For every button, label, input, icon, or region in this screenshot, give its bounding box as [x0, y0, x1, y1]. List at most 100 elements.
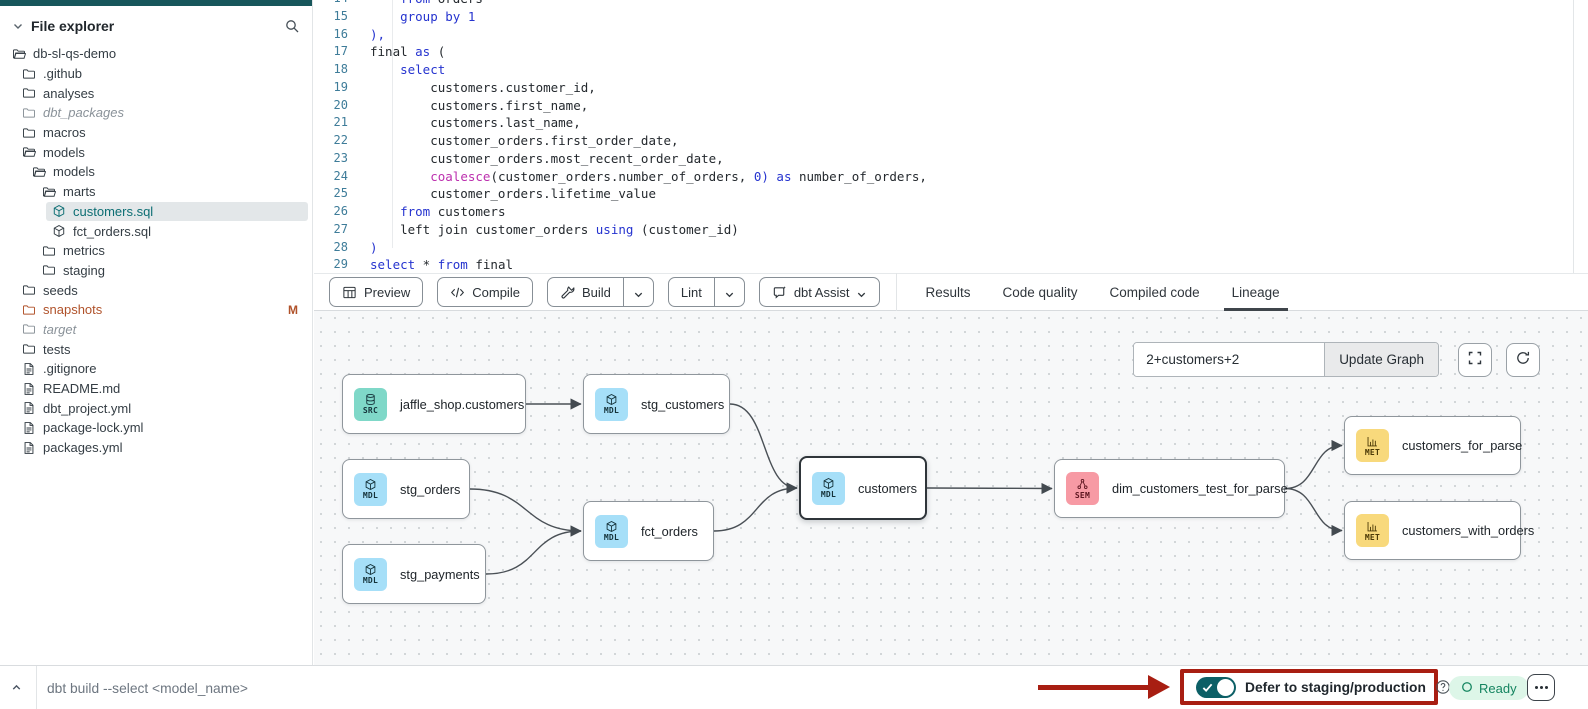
- tab-results[interactable]: Results: [923, 273, 972, 311]
- file-icon: [22, 382, 36, 396]
- chevron-down-icon[interactable]: [12, 20, 24, 32]
- code-line-22: 22 customer_orders.first_order_date,: [314, 132, 1588, 150]
- ellipsis-icon: [1535, 686, 1538, 689]
- preview-label: Preview: [364, 285, 410, 300]
- compile-label: Compile: [472, 285, 520, 300]
- lineage-node-stg_payments[interactable]: MDLstg_payments: [342, 544, 486, 604]
- file-tree: db-sl-qs-demo .githubanalyses dbt_packages…: [0, 44, 312, 457]
- file-icon: [22, 401, 36, 415]
- annotation-arrow-head: [1148, 675, 1170, 699]
- tree-item-package-lock.yml[interactable]: package-lock.yml: [16, 418, 308, 438]
- lineage-selector-input[interactable]: [1134, 343, 1324, 376]
- ready-label: Ready: [1479, 681, 1517, 696]
- tree-item-macros[interactable]: macros: [16, 123, 308, 143]
- code-line-24: 24 coalesce(customer_orders.number_of_or…: [314, 168, 1588, 186]
- more-menu-button[interactable]: [1527, 674, 1555, 701]
- tree-item-label: models: [53, 164, 95, 179]
- editor-scrollbar[interactable]: [1573, 0, 1574, 273]
- lineage-node-fct_orders[interactable]: MDLfct_orders: [583, 501, 714, 561]
- cube-badge: MDL: [354, 473, 387, 506]
- code-line-16: 16),: [314, 26, 1588, 44]
- tree-item-staging[interactable]: staging: [36, 261, 308, 281]
- tree-item-analyses[interactable]: analyses: [16, 83, 308, 103]
- check-icon: [1202, 682, 1213, 693]
- annotation-highlight-box: Defer to staging/production: [1180, 669, 1438, 705]
- lineage-node-customers[interactable]: MDLcustomers: [799, 456, 927, 520]
- tab-compiled-code[interactable]: Compiled code: [1108, 273, 1202, 311]
- preview-button[interactable]: Preview: [329, 277, 423, 307]
- tree-item-customers.sql[interactable]: customers.sql: [46, 202, 308, 222]
- code-line-20: 20 customers.first_name,: [314, 97, 1588, 115]
- tree-item-dbt-project.yml[interactable]: dbt_project.yml: [16, 398, 308, 418]
- statusbar-divider: [36, 666, 37, 709]
- lineage-node-dim_customers_test_for_parse[interactable]: SEMdim_customers_test_for_parse: [1054, 459, 1285, 518]
- code-icon: [450, 285, 465, 300]
- assist-icon: [772, 285, 787, 300]
- file-explorer-title: File explorer: [31, 18, 277, 34]
- tree-item-label: dbt_packages: [43, 105, 124, 120]
- metric-badge: MET: [1356, 429, 1389, 462]
- folder-open-icon: [22, 145, 36, 159]
- tree-item-metrics[interactable]: metrics: [36, 241, 308, 261]
- tree-item-.github[interactable]: .github: [16, 64, 308, 84]
- lineage-canvas[interactable]: SRCjaffle_shop.customers MDLstg_customers…: [314, 311, 1588, 665]
- tree-item-tests[interactable]: tests: [16, 339, 308, 359]
- code-line-27: 27 left join customer_orders using (cust…: [314, 221, 1588, 239]
- fullscreen-button[interactable]: [1458, 343, 1492, 377]
- tab-code-quality[interactable]: Code quality: [1000, 273, 1079, 311]
- tree-item-target[interactable]: target: [16, 320, 308, 340]
- node-label: customers_with_orders: [1402, 523, 1534, 538]
- build-dropdown[interactable]: [623, 278, 653, 306]
- tree-item-label: marts: [63, 184, 96, 199]
- selector-group: Update Graph: [1133, 342, 1439, 377]
- tree-item-models[interactable]: models: [16, 142, 308, 162]
- code-editor[interactable]: 14 from orders15 group by 116),17final a…: [314, 0, 1588, 273]
- tree-item-marts[interactable]: marts: [36, 182, 308, 202]
- compile-button[interactable]: Compile: [437, 277, 533, 307]
- lineage-node-stg_orders[interactable]: MDLstg_orders: [342, 459, 470, 519]
- line-number: 21: [314, 114, 360, 132]
- tree-item-readme.md[interactable]: README.md: [16, 379, 308, 399]
- tree-item-fct-orders.sql[interactable]: fct_orders.sql: [46, 221, 308, 241]
- lineage-node-customers_for_parse[interactable]: METcustomers_for_parse: [1344, 416, 1521, 475]
- tree-item-db-sl-qs-demo[interactable]: db-sl-qs-demo: [6, 44, 308, 64]
- search-icon[interactable]: [284, 18, 300, 34]
- lineage-node-customers_with_orders[interactable]: METcustomers_with_orders: [1344, 501, 1521, 560]
- tree-item-label: README.md: [43, 381, 120, 396]
- tab-lineage[interactable]: Lineage: [1230, 273, 1282, 311]
- tree-item-.gitignore[interactable]: .gitignore: [16, 359, 308, 379]
- code-line-14: 14 from orders: [314, 0, 1588, 8]
- refresh-button[interactable]: [1506, 343, 1540, 377]
- tree-item-snapshots[interactable]: snapshotsM: [16, 300, 308, 320]
- line-number: 26: [314, 203, 360, 221]
- folder-icon: [22, 126, 36, 140]
- tree-item-label: db-sl-qs-demo: [33, 46, 116, 61]
- toolbar-divider: [896, 273, 897, 311]
- cube-badge: MDL: [595, 388, 628, 421]
- folder-open-icon: [42, 185, 56, 199]
- build-button[interactable]: Build: [547, 277, 654, 307]
- tree-item-dbt-packages[interactable]: dbt_packages: [16, 103, 308, 123]
- lineage-node-jaffle_shop_customers[interactable]: SRCjaffle_shop.customers: [342, 374, 526, 434]
- tree-item-seeds[interactable]: seeds: [16, 280, 308, 300]
- file-icon: [22, 441, 36, 455]
- lineage-node-stg_customers[interactable]: MDLstg_customers: [583, 374, 730, 434]
- command-input[interactable]: [47, 674, 667, 702]
- line-number: 23: [314, 150, 360, 168]
- cube-badge: MDL: [354, 558, 387, 591]
- defer-toggle[interactable]: [1196, 677, 1236, 698]
- status-ready-badge[interactable]: Ready: [1449, 676, 1529, 700]
- lint-button[interactable]: Lint: [668, 277, 745, 307]
- file-explorer-panel: File explorer db-sl-qs-demo .githubanalys…: [0, 0, 313, 665]
- tree-item-packages.yml[interactable]: packages.yml: [16, 438, 308, 458]
- expand-command-bar-chevron[interactable]: [10, 681, 23, 694]
- tree-item-models[interactable]: models: [26, 162, 308, 182]
- cube-badge: MDL: [812, 472, 845, 505]
- tree-item-label: dbt_project.yml: [43, 401, 131, 416]
- dbt-assist-button[interactable]: dbt Assist: [759, 277, 881, 307]
- line-number: 25: [314, 185, 360, 203]
- tree-item-label: target: [43, 322, 76, 337]
- chevron-down-icon: [856, 287, 867, 298]
- update-graph-button[interactable]: Update Graph: [1324, 343, 1438, 376]
- lint-dropdown[interactable]: [714, 278, 744, 306]
